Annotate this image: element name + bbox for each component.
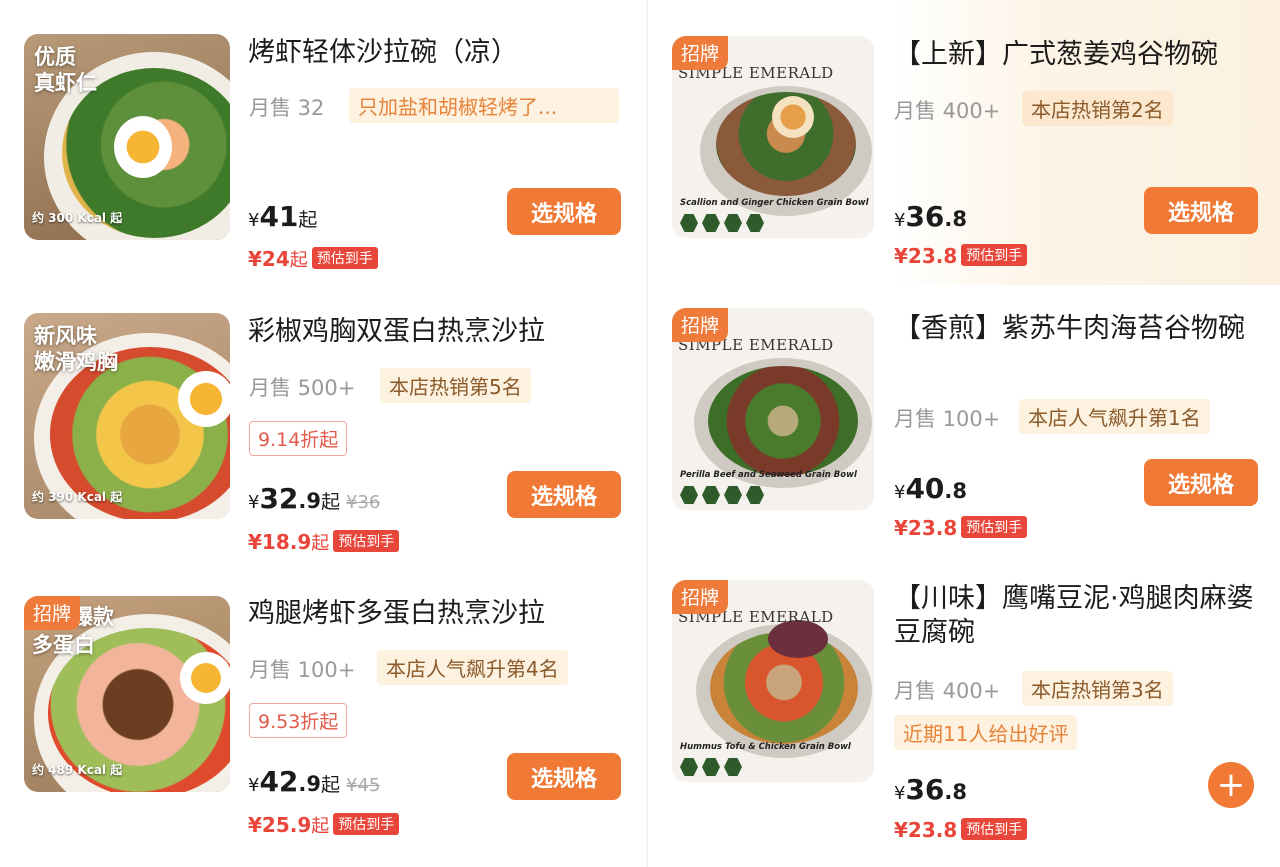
estimated-badge: 预估到手 bbox=[961, 244, 1028, 266]
estimated-price: ¥23.8 预估到手 bbox=[894, 244, 1028, 268]
price: ¥36.8 bbox=[894, 200, 968, 233]
signature-badge: 招牌 bbox=[672, 36, 729, 70]
estimated-badge: 预估到手 bbox=[961, 818, 1028, 840]
original-price: ¥45 bbox=[346, 775, 381, 796]
nutrition-hex-icon bbox=[746, 486, 764, 504]
review-tag: 近期11人给出好评 bbox=[894, 715, 1078, 750]
product-image[interactable]: 优质 真虾仁 约 300 Kcal 起 bbox=[24, 34, 230, 240]
estimated-price: ¥25.9起 预估到手 bbox=[248, 812, 400, 838]
calorie-label: 约 489 Kcal 起 bbox=[32, 763, 123, 777]
nutrition-icons bbox=[680, 758, 742, 776]
rank-tag: 本店人气飙升第1名 bbox=[1019, 399, 1210, 434]
calorie-label: 约 390 Kcal 起 bbox=[32, 490, 123, 504]
product-image[interactable]: 招牌 SIMPLE EMERALD Scallion and Ginger Ch… bbox=[672, 36, 874, 238]
estimated-price: ¥24起 预估到手 bbox=[248, 246, 378, 272]
nutrition-hex-icon bbox=[724, 758, 742, 776]
price: ¥36.8 bbox=[894, 773, 968, 806]
product-title[interactable]: 【香煎】紫苏牛肉海苔谷物碗 bbox=[894, 312, 1264, 346]
select-spec-button[interactable]: 选规格 bbox=[507, 471, 621, 518]
product-title[interactable]: 彩椒鸡胸双蛋白热烹沙拉 bbox=[248, 315, 545, 349]
signature-badge: 招牌 bbox=[672, 308, 729, 342]
estimated-badge: 预估到手 bbox=[311, 247, 378, 269]
english-dish-name: Hummus Tofu & Chicken Grain Bowl bbox=[680, 742, 851, 752]
promo-overlay-text-2: 多蛋白 bbox=[32, 633, 95, 657]
product-image[interactable]: 招牌 爆款 多蛋白 约 489 Kcal 起 bbox=[24, 596, 230, 792]
product-title[interactable]: 【川味】鹰嘴豆泥·鸡腿肉麻婆豆腐碗 bbox=[894, 582, 1264, 650]
rank-tag: 本店热销第2名 bbox=[1022, 91, 1173, 126]
product-title[interactable]: 鸡腿烤虾多蛋白热烹沙拉 bbox=[248, 597, 545, 631]
promo-overlay-text: 新风味 嫩滑鸡胸 bbox=[34, 324, 118, 374]
nutrition-hex-icon bbox=[746, 214, 764, 232]
english-dish-name: Scallion and Ginger Chicken Grain Bowl bbox=[680, 198, 869, 208]
nutrition-hex-icon bbox=[680, 758, 698, 776]
nutrition-hex-icon bbox=[702, 758, 720, 776]
promo-overlay-text: 优质 真虾仁 bbox=[34, 45, 97, 95]
select-spec-button[interactable]: 选规格 bbox=[1144, 187, 1258, 234]
nutrition-hex-icon bbox=[724, 214, 742, 232]
estimated-price: ¥18.9起 预估到手 bbox=[248, 529, 400, 555]
product-image[interactable]: 招牌 SIMPLE EMERALD Perilla Beef and Seawe… bbox=[672, 308, 874, 510]
signature-badge: 招牌 bbox=[672, 580, 729, 614]
select-spec-button[interactable]: 选规格 bbox=[507, 188, 621, 235]
monthly-sales: 月售 400+ bbox=[894, 99, 1001, 123]
nutrition-icons bbox=[680, 214, 764, 232]
estimated-badge: 预估到手 bbox=[961, 516, 1028, 538]
product-image[interactable]: 新风味 嫩滑鸡胸 约 390 Kcal 起 bbox=[24, 313, 230, 519]
estimated-price: ¥23.8 预估到手 bbox=[894, 516, 1028, 540]
english-dish-name: Perilla Beef and Seaweed Grain Bowl bbox=[680, 470, 857, 480]
rank-tag: 本店热销第3名 bbox=[1022, 671, 1173, 706]
select-spec-button[interactable]: 选规格 bbox=[507, 753, 621, 800]
discount-tag: 9.14折起 bbox=[249, 421, 348, 456]
price: ¥42.9起 ¥45 bbox=[248, 765, 381, 798]
calorie-label: 约 300 Kcal 起 bbox=[32, 211, 123, 225]
monthly-sales: 月售 100+ bbox=[894, 407, 1001, 431]
nutrition-hex-icon bbox=[680, 486, 698, 504]
monthly-sales: 月售 32 bbox=[249, 96, 325, 120]
monthly-sales: 月售 100+ bbox=[249, 658, 356, 682]
description-tag: 只加盐和胡椒轻烤了... bbox=[349, 88, 619, 123]
estimated-price: ¥23.8 预估到手 bbox=[894, 818, 1028, 842]
product-title[interactable]: 【上新】广式葱姜鸡谷物碗 bbox=[894, 38, 1218, 72]
price: ¥32.9起 ¥36 bbox=[248, 482, 381, 515]
discount-tag: 9.53折起 bbox=[249, 703, 348, 738]
select-spec-button[interactable]: 选规格 bbox=[1144, 459, 1258, 506]
signature-badge: 招牌 bbox=[24, 596, 81, 630]
add-to-cart-button[interactable]: + bbox=[1208, 762, 1254, 808]
column-divider bbox=[646, 0, 648, 867]
estimated-badge: 预估到手 bbox=[333, 813, 400, 835]
original-price: ¥36 bbox=[346, 492, 381, 513]
estimated-badge: 预估到手 bbox=[333, 530, 400, 552]
rank-tag: 本店热销第5名 bbox=[380, 368, 531, 403]
rank-tag: 本店人气飙升第4名 bbox=[377, 650, 568, 685]
nutrition-hex-icon bbox=[724, 486, 742, 504]
nutrition-icons bbox=[680, 486, 764, 504]
product-title[interactable]: 烤虾轻体沙拉碗（凉） bbox=[248, 36, 518, 70]
price: ¥40.8 bbox=[894, 472, 968, 505]
monthly-sales: 月售 400+ bbox=[894, 679, 1001, 703]
price: ¥41起 bbox=[248, 200, 318, 233]
monthly-sales: 月售 500+ bbox=[249, 376, 356, 400]
nutrition-hex-icon bbox=[702, 214, 720, 232]
nutrition-hex-icon bbox=[680, 214, 698, 232]
product-image[interactable]: 招牌 SIMPLE EMERALD Hummus Tofu & Chicken … bbox=[672, 580, 874, 782]
nutrition-hex-icon bbox=[702, 486, 720, 504]
